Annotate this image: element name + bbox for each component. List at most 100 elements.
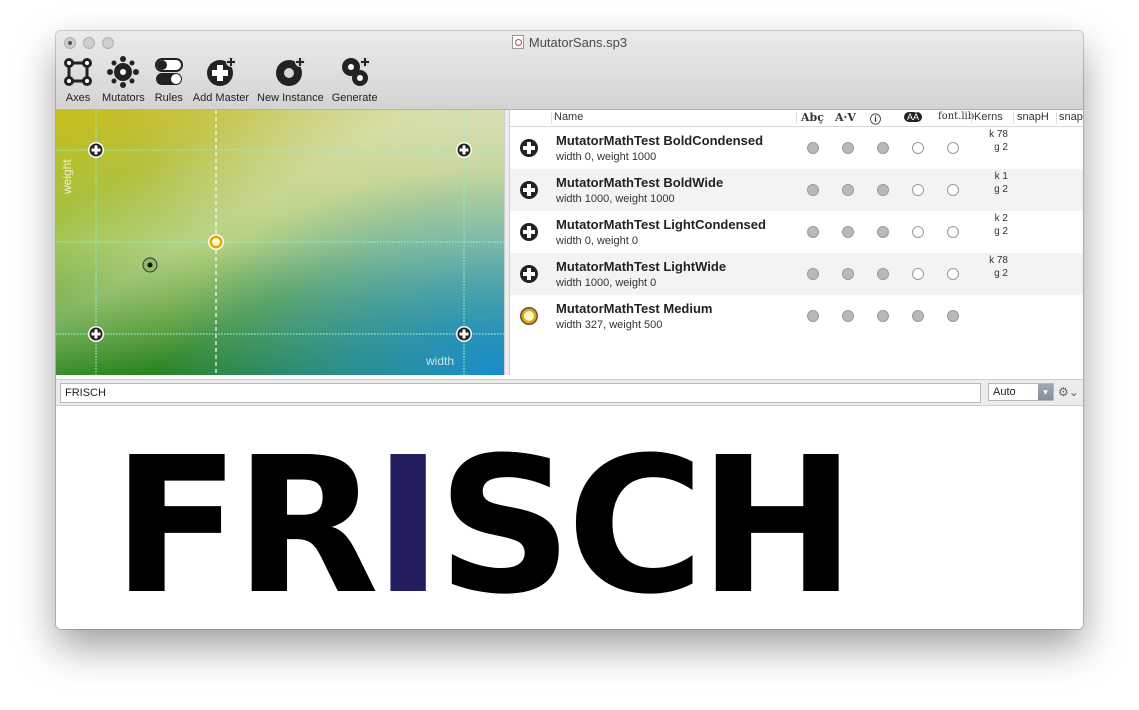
axis-label-width: width — [426, 354, 455, 368]
master-marker-lightcondensed[interactable] — [88, 326, 104, 342]
status-indicator — [912, 226, 924, 238]
status-indicator — [807, 268, 819, 280]
table-row[interactable]: MutatorMathTest BoldWide width 1000, weig… — [510, 169, 1083, 211]
kerns-value: k 78 — [989, 255, 1008, 266]
status-indicator — [947, 310, 959, 322]
rules-button[interactable]: Rules — [153, 56, 185, 104]
master-marker-boldcondensed[interactable] — [88, 142, 104, 158]
column-fontlib[interactable]: font.lib — [938, 111, 974, 122]
kerns-value: k 2 — [994, 213, 1008, 224]
master-location: width 1000, weight 1000 — [556, 193, 675, 205]
kerns-value: g 2 — [994, 226, 1008, 237]
kerns-value: g 2 — [994, 142, 1008, 153]
column-kerning[interactable]: A·V — [835, 111, 856, 124]
status-indicator — [842, 268, 854, 280]
masters-table: Name Abç A·V ⓘ AÄ font.lib Kerns snapH s… — [510, 110, 1083, 375]
kerns-value: k 1 — [994, 171, 1008, 182]
preview-glyph[interactable]: F — [112, 417, 240, 629]
column-snaph[interactable]: snapH — [1017, 111, 1049, 123]
axes-label: Axes — [65, 92, 91, 104]
preview-glyph[interactable]: R — [234, 417, 379, 629]
table-row[interactable]: MutatorMathTest LightCondensed width 0, w… — [510, 211, 1083, 253]
designspace-map[interactable]: weight width — [56, 110, 504, 375]
header-separator — [971, 112, 972, 124]
gear-icon[interactable]: ⚙⌄ — [1058, 385, 1079, 399]
app-window: MutatorSans.sp3 Axes Mutators Rules Add … — [56, 31, 1083, 629]
status-indicator — [947, 268, 959, 280]
preview-glyph[interactable]: C — [567, 417, 705, 629]
axes-icon — [64, 58, 92, 86]
axes-button[interactable]: Axes — [62, 56, 94, 104]
preview-location-marker[interactable] — [142, 257, 158, 273]
status-indicator — [842, 226, 854, 238]
chevron-down-icon: ▾ — [1038, 384, 1053, 400]
mutators-button[interactable]: Mutators — [102, 56, 145, 104]
preview-glyph[interactable]: I — [373, 417, 443, 629]
status-indicator — [842, 184, 854, 196]
axis-label-weight: weight — [60, 159, 74, 194]
preview-size-select[interactable]: Auto ▾ — [988, 383, 1054, 401]
window-title-text: MutatorSans.sp3 — [528, 35, 628, 50]
kerns-value: g 2 — [994, 268, 1008, 279]
kerns-value: k 78 — [989, 129, 1008, 140]
status-indicator — [807, 142, 819, 154]
master-plus-icon[interactable] — [519, 264, 539, 284]
master-name: MutatorMathTest Medium — [556, 301, 713, 316]
master-name: MutatorMathTest BoldCondensed — [556, 133, 764, 148]
master-plus-icon[interactable] — [519, 138, 539, 158]
instance-ring-icon[interactable] — [519, 306, 539, 326]
status-indicator — [877, 268, 889, 280]
add-master-label: Add Master — [192, 92, 250, 104]
status-indicator — [912, 310, 924, 322]
master-marker-lightwide[interactable] — [456, 326, 472, 342]
instance-marker-medium[interactable] — [208, 234, 224, 250]
generate-label: Generate — [331, 92, 378, 104]
preview-glyph[interactable]: H — [699, 417, 856, 629]
master-marker-boldwide[interactable] — [456, 142, 472, 158]
header-separator — [796, 112, 797, 124]
table-row[interactable]: MutatorMathTest Medium width 327, weight … — [510, 295, 1083, 337]
mutators-label: Mutators — [102, 92, 145, 104]
status-indicator — [877, 184, 889, 196]
generate-button[interactable]: Generate — [332, 56, 378, 104]
kerns-value: g 2 — [994, 184, 1008, 195]
mutators-icon — [107, 56, 140, 88]
status-indicator — [842, 310, 854, 322]
header-separator — [551, 112, 552, 124]
status-indicator — [912, 142, 924, 154]
master-location: width 327, weight 500 — [556, 319, 663, 331]
add-master-icon — [206, 57, 236, 86]
table-header: Name Abç A·V ⓘ AÄ font.lib Kerns snapH s… — [510, 110, 1083, 127]
master-name: MutatorMathTest BoldWide — [556, 175, 724, 190]
preview-text-input[interactable]: FRISCH — [60, 383, 981, 403]
status-indicator — [842, 142, 854, 154]
rules-icon — [154, 58, 183, 85]
master-name: MutatorMathTest LightWide — [556, 259, 727, 274]
column-name[interactable]: Name — [554, 111, 583, 123]
master-plus-icon[interactable] — [519, 222, 539, 242]
column-snap[interactable]: snap — [1059, 111, 1083, 123]
column-glyphs[interactable]: Abç — [801, 111, 824, 124]
column-kerns[interactable]: Kerns — [974, 111, 1003, 123]
new-instance-button[interactable]: New Instance — [257, 56, 324, 104]
column-info[interactable]: ⓘ — [870, 111, 881, 127]
table-row[interactable]: MutatorMathTest BoldCondensed width 0, we… — [510, 127, 1083, 169]
master-plus-icon[interactable] — [519, 180, 539, 200]
preview-toolbar: FRISCH Auto ▾ ⚙⌄ — [56, 379, 1083, 406]
master-location: width 0, weight 0 — [556, 235, 638, 247]
preview-glyph-line: FRISCH — [112, 433, 856, 621]
column-groups[interactable]: AÄ — [904, 112, 923, 122]
status-indicator — [912, 184, 924, 196]
generate-icon — [341, 57, 370, 86]
glyph-preview: FRISCH — [56, 406, 1083, 629]
new-instance-label: New Instance — [257, 92, 324, 104]
designspace-canvas — [56, 110, 504, 375]
table-row[interactable]: MutatorMathTest LightWide width 1000, wei… — [510, 253, 1083, 295]
title-bar: MutatorSans.sp3 Axes Mutators Rules Add … — [56, 31, 1083, 110]
master-location: width 0, weight 1000 — [556, 151, 657, 163]
add-master-button[interactable]: Add Master — [193, 56, 249, 104]
status-indicator — [807, 184, 819, 196]
status-indicator — [912, 268, 924, 280]
status-indicator — [877, 142, 889, 154]
preview-glyph[interactable]: S — [437, 417, 572, 629]
